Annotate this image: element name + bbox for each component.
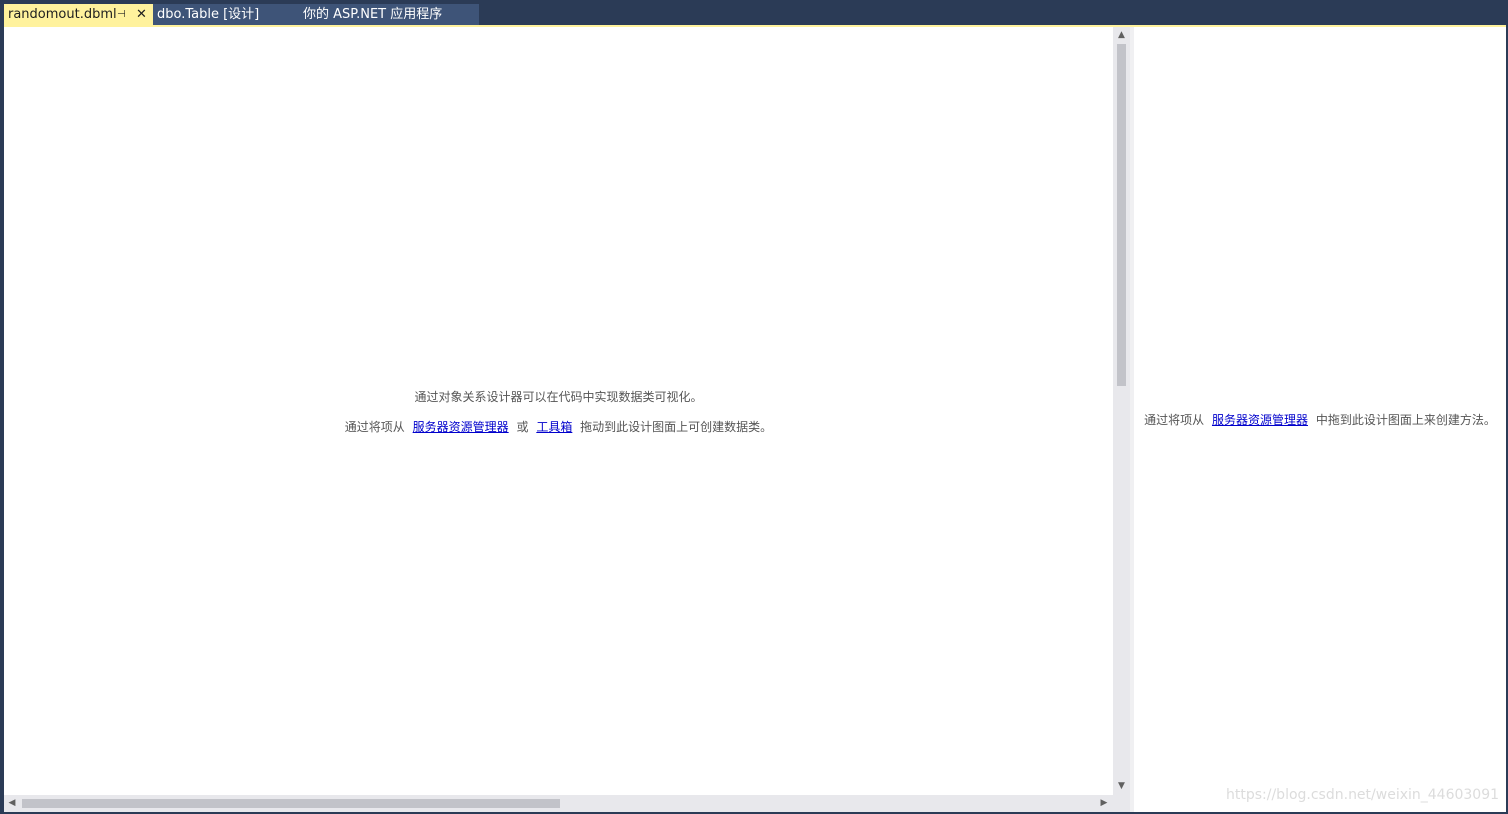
close-icon[interactable]: ✕ [136, 4, 147, 25]
methods-prefix: 通过将项从 [1144, 413, 1205, 427]
server-explorer-link[interactable]: 服务器资源管理器 [413, 420, 509, 434]
document-tab-strip: randomout.dbml ⊣ ✕ dbo.Table [设计] 你的 ASP… [0, 0, 1508, 27]
scrollbar-corner [1113, 795, 1130, 812]
designer-instruction: 通过将项从 服务器资源管理器 或 工具箱 拖动到此设计图面上可创建数据类。 [4, 418, 1113, 435]
scroll-right-icon[interactable]: ▶ [1096, 795, 1112, 812]
data-class-design-surface[interactable]: 通过对象关系设计器可以在代码中实现数据类可视化。 通过将项从 服务器资源管理器 … [4, 27, 1113, 795]
instruction-suffix: 拖动到此设计图面上可创建数据类。 [580, 420, 773, 434]
horizontal-scroll-thumb[interactable] [22, 799, 560, 808]
scroll-left-icon[interactable]: ◀ [4, 795, 20, 812]
methods-suffix: 中拖到此设计图面上来创建方法。 [1315, 413, 1496, 427]
tab-dbo-table-design[interactable]: dbo.Table [设计] [153, 4, 298, 25]
tab-asp-net-app[interactable]: 你的 ASP.NET 应用程序 [298, 4, 479, 25]
dbml-designer-content: 通过对象关系设计器可以在代码中实现数据类可视化。 通过将项从 服务器资源管理器 … [4, 27, 1506, 812]
watermark-text: https://blog.csdn.net/weixin_44603091 [1226, 787, 1500, 803]
vertical-scrollbar[interactable]: ▲ ▼ [1113, 27, 1130, 795]
tab-label: randomout.dbml [8, 7, 117, 22]
instruction-prefix: 通过将项从 [344, 420, 405, 434]
ide-window: randomout.dbml ⊣ ✕ dbo.Table [设计] 你的 ASP… [0, 0, 1508, 814]
methods-server-explorer-link[interactable]: 服务器资源管理器 [1212, 413, 1308, 427]
tab-label: 你的 ASP.NET 应用程序 [303, 7, 443, 22]
tab-label: dbo.Table [设计] [157, 7, 260, 22]
scroll-down-icon[interactable]: ▼ [1113, 778, 1130, 794]
methods-pane[interactable]: 通过将项从 服务器资源管理器 中拖到此设计图面上来创建方法。 [1134, 27, 1506, 812]
vertical-scroll-thumb[interactable] [1117, 44, 1126, 386]
toolbox-link[interactable]: 工具箱 [536, 420, 572, 434]
horizontal-scrollbar[interactable]: ◀ ▶ [4, 795, 1113, 812]
pin-icon[interactable]: ⊣ [117, 4, 126, 25]
scroll-up-icon[interactable]: ▲ [1113, 27, 1130, 43]
methods-instruction: 通过将项从 服务器资源管理器 中拖到此设计图面上来创建方法。 [1134, 411, 1506, 428]
or-text: 或 [516, 420, 529, 434]
tab-randomout-dbml[interactable]: randomout.dbml ⊣ ✕ [4, 4, 153, 25]
designer-info-text: 通过对象关系设计器可以在代码中实现数据类可视化。 [414, 390, 703, 404]
